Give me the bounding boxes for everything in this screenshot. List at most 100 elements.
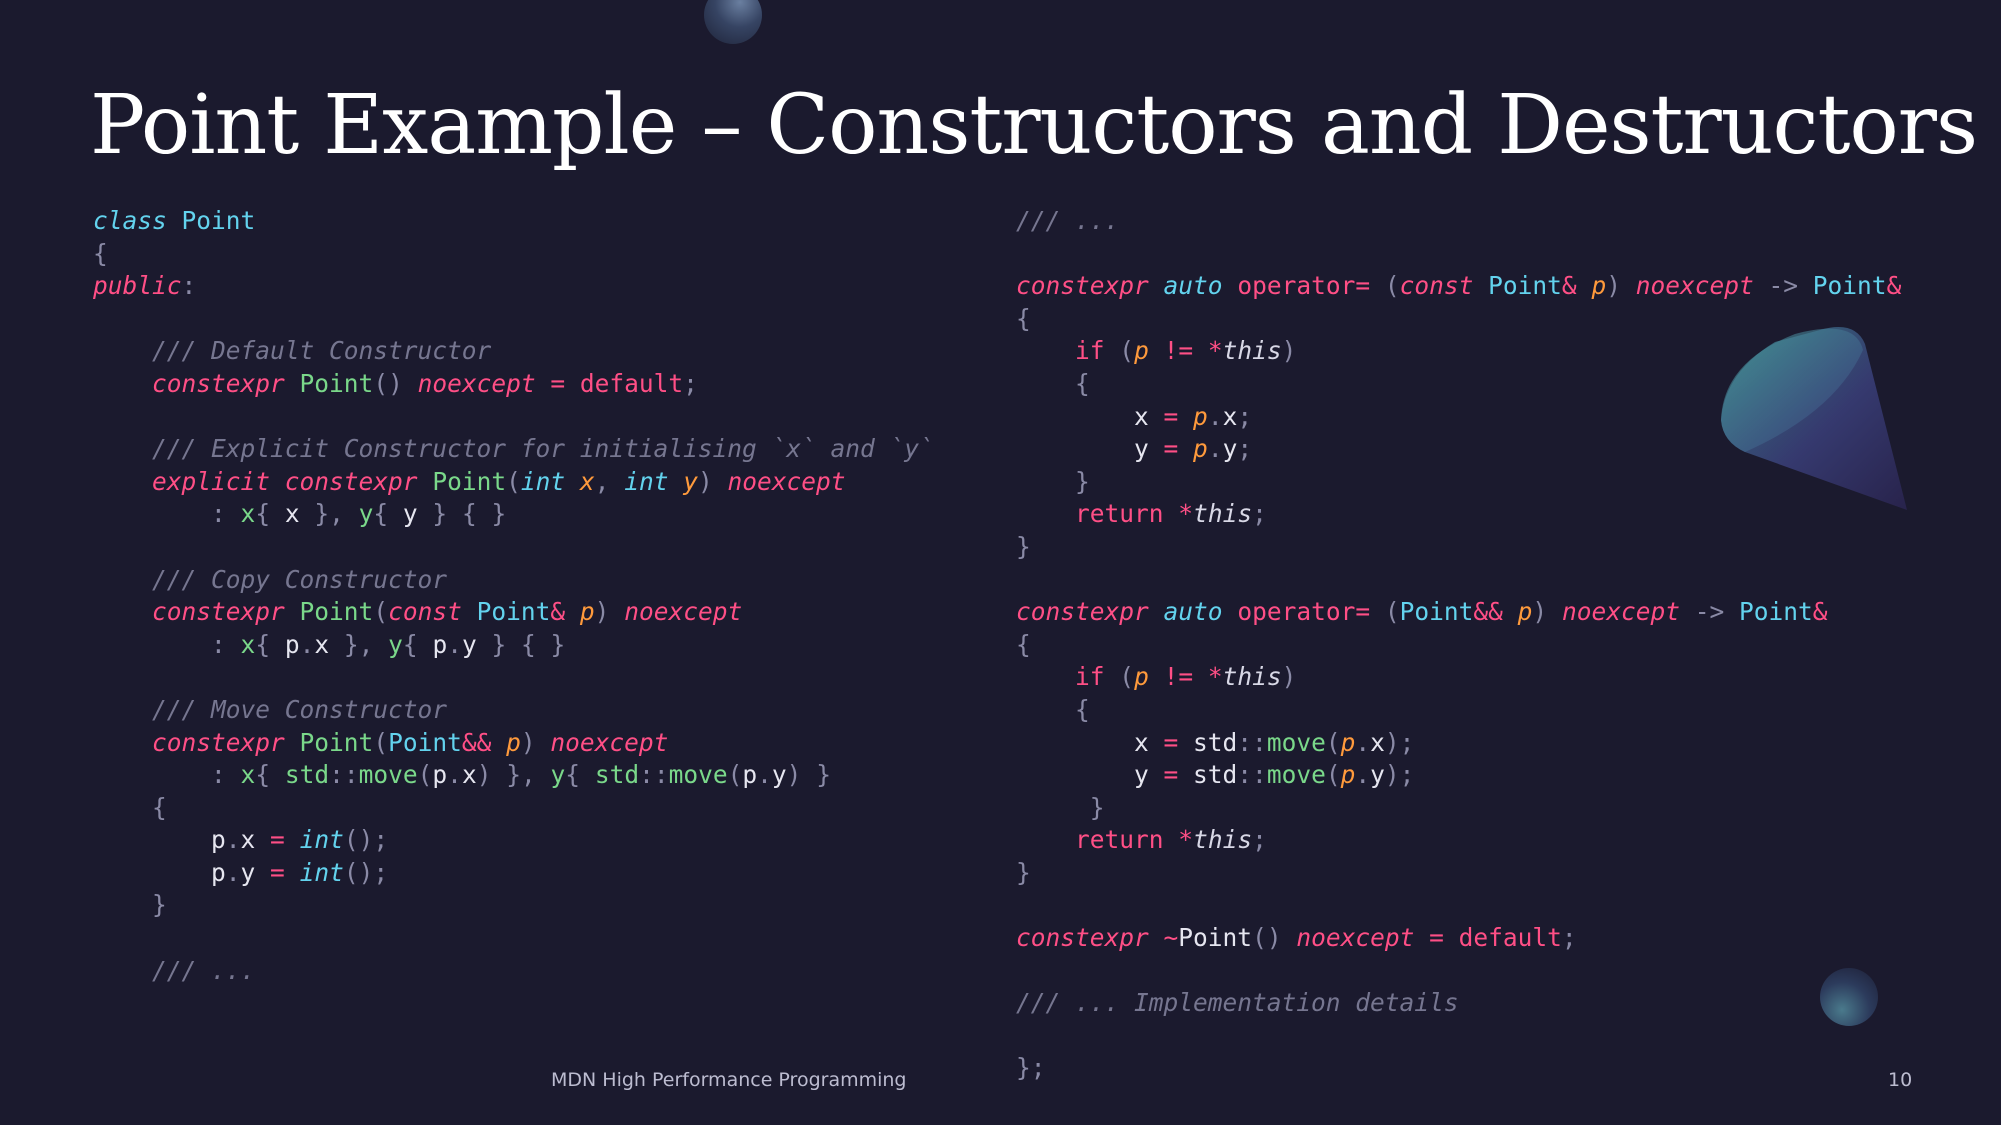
code-token: ;	[1561, 923, 1577, 953]
code-token: },	[506, 760, 536, 790]
code-line: if (p != *this)	[1016, 661, 1901, 694]
code-token: };	[1016, 1053, 1046, 1083]
code-token: }	[432, 499, 448, 529]
code-line: }	[93, 889, 934, 922]
code-token: const	[388, 597, 462, 627]
code-token: const	[1399, 271, 1474, 301]
code-token: }	[491, 629, 507, 659]
code-line: : x{ std::move(p.x) }, y{ std::move(p.y)…	[93, 759, 934, 792]
code-token: .	[447, 760, 462, 790]
code-token: Point	[1812, 271, 1887, 301]
code-token: (	[727, 760, 743, 790]
slide: Point Example – Constructors and Destruc…	[0, 0, 2001, 1125]
code-token: ()	[1252, 923, 1282, 953]
code-line: }	[1016, 531, 1901, 564]
code-token: }	[550, 629, 566, 659]
code-token: {	[1016, 303, 1031, 333]
code-token: noexcept	[1635, 271, 1754, 301]
code-token: constexpr	[152, 727, 285, 757]
code-token: x	[240, 499, 256, 529]
code-token: ::	[1237, 727, 1267, 757]
code-token: return	[1075, 499, 1164, 529]
code-token: /// ...	[1016, 206, 1120, 235]
code-token: .	[1355, 760, 1371, 790]
code-token: x	[240, 629, 256, 659]
code-token: .	[1207, 401, 1223, 431]
code-line: /// ...	[93, 955, 934, 988]
code-token: noexcept	[550, 727, 669, 757]
code-token: y	[683, 466, 698, 496]
code-token: p	[93, 857, 226, 887]
code-token: explicit	[152, 466, 271, 496]
code-token: }	[491, 499, 507, 529]
code-token: x	[1370, 727, 1385, 757]
code-token: std	[284, 760, 330, 790]
code-token: y	[1016, 760, 1164, 790]
code-token: /// Default Constructor	[152, 336, 492, 366]
code-token: :	[211, 499, 226, 529]
code-token: =	[1163, 760, 1179, 790]
code-token: )	[1281, 336, 1297, 366]
code-token: /// Copy Constructor	[152, 564, 448, 594]
page-number: 10	[1888, 1069, 1913, 1091]
code-token: {	[402, 629, 418, 659]
code-token: {	[373, 499, 389, 529]
code-token: {	[1075, 694, 1090, 724]
code-line: {	[93, 238, 934, 271]
code-token: )	[476, 760, 492, 790]
code-token: {	[1075, 368, 1090, 398]
code-token: =	[1429, 923, 1444, 953]
code-token: /// ...	[152, 955, 256, 985]
code-token: ();	[343, 825, 389, 855]
code-token: .	[1207, 434, 1223, 464]
code-token: (	[1119, 662, 1135, 692]
code-line: {	[93, 792, 934, 825]
code-token: }	[152, 890, 167, 920]
code-token: auto	[1163, 271, 1223, 301]
code-token: y	[550, 760, 566, 790]
code-token: this	[1193, 499, 1253, 529]
code-token: =	[1163, 434, 1179, 464]
code-block-left: class Point{public: /// Default Construc…	[93, 205, 934, 987]
code-token: Point	[476, 597, 551, 627]
code-token: *	[1178, 825, 1194, 855]
code-token: constexpr	[152, 368, 285, 398]
code-token: std	[594, 760, 640, 790]
code-token: std	[1178, 727, 1238, 757]
code-token: :	[211, 760, 226, 790]
code-token: y	[1222, 434, 1238, 464]
code-token: =	[1163, 401, 1179, 431]
code-token: ~	[1163, 923, 1179, 953]
code-token: move	[1266, 760, 1326, 790]
code-token: {	[565, 760, 581, 790]
code-token: =	[550, 368, 566, 398]
code-token: x	[240, 825, 271, 855]
code-token: );	[1384, 727, 1415, 757]
code-token: x	[461, 760, 477, 790]
